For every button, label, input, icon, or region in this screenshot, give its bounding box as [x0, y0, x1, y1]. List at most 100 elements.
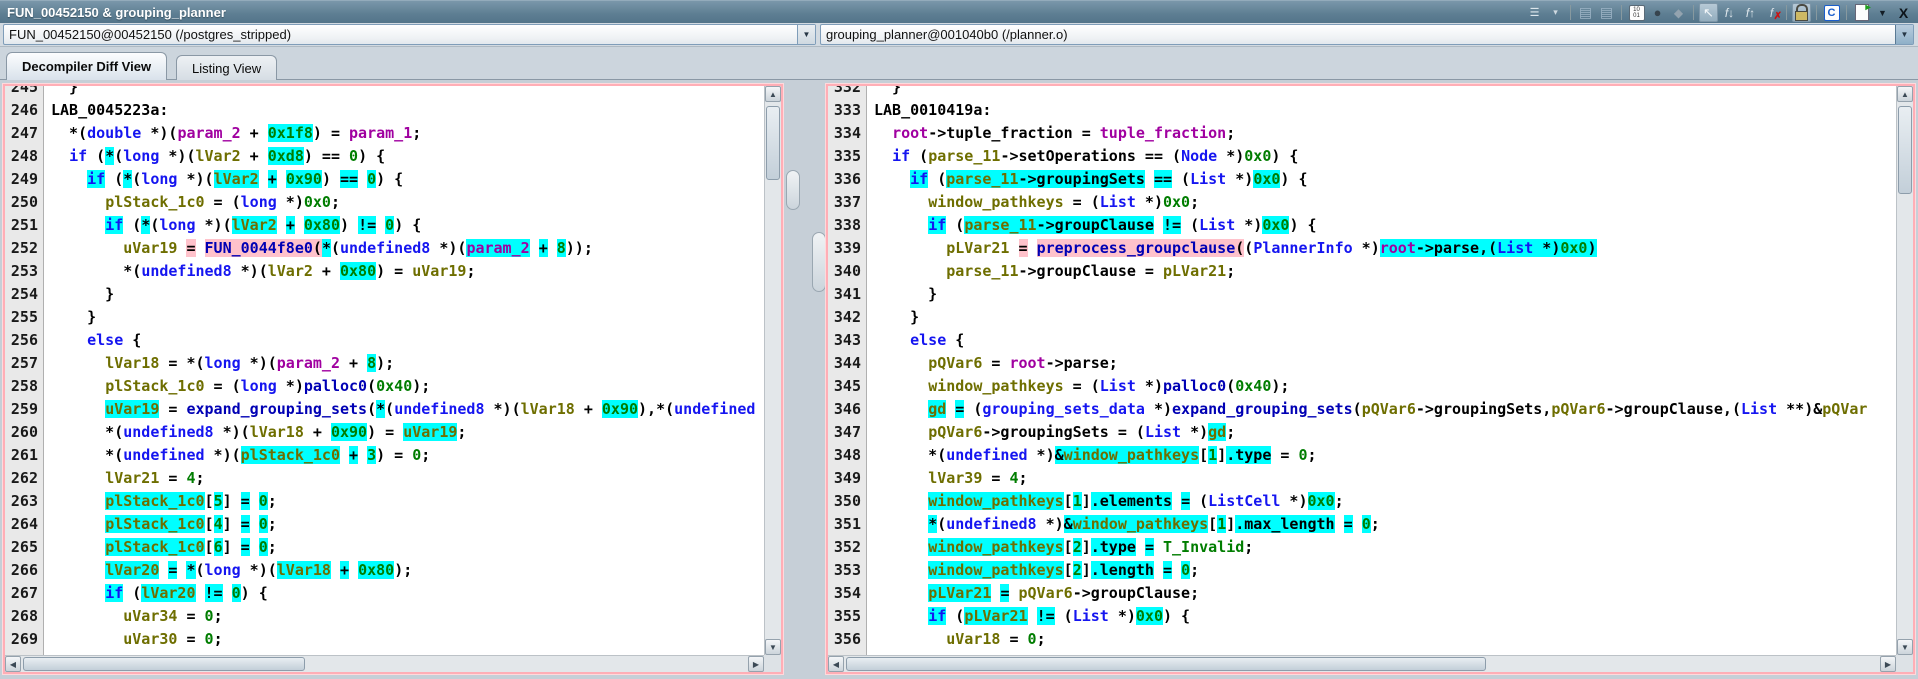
code-line[interactable]: 343 else { [828, 329, 1896, 352]
code-line[interactable]: 341 } [828, 283, 1896, 306]
line-number: 261 [5, 444, 44, 467]
left-vertical-scrollbar[interactable]: ▲ ▼ [764, 86, 781, 655]
tab-decompiler-diff-view[interactable]: Decompiler Diff View [6, 52, 167, 80]
code-line[interactable]: 269 uVar30 = 0; [5, 628, 764, 651]
code-line[interactable]: 259 uVar19 = expand_grouping_sets(*(unde… [5, 398, 764, 421]
left-code-area[interactable]: 245 }246LAB_0045223a:247 *(double *)(par… [5, 86, 764, 655]
cursor-arrow-icon[interactable]: ↖ [1699, 3, 1718, 22]
menu-list-icon[interactable]: ☰ [1525, 3, 1544, 22]
close-icon[interactable]: X [1894, 3, 1913, 22]
code-line[interactable]: 260 *(undefined8 *)(lVar18 + 0x90) = uVa… [5, 421, 764, 444]
diamond-icon[interactable]: ◆ [1669, 3, 1688, 22]
code-line[interactable]: 263 plStack_1c0[5] = 0; [5, 490, 764, 513]
code-line[interactable]: 346 gd = (grouping_sets_data *)expand_gr… [828, 398, 1896, 421]
code-line[interactable]: 268 uVar34 = 0; [5, 605, 764, 628]
code-line[interactable]: 352 window_pathkeys[2].type = T_Invalid; [828, 536, 1896, 559]
left-scroll-up-icon[interactable]: ▲ [765, 86, 781, 102]
code-line[interactable]: 356 uVar18 = 0; [828, 628, 1896, 651]
code-line[interactable]: 338 if (parse_11->groupClause != (List *… [828, 214, 1896, 237]
code-line[interactable]: 252 uVar19 = FUN_0044f8e0(*(undefined8 *… [5, 237, 764, 260]
right-horizontal-scrollbar[interactable]: ◀ ▶ [828, 655, 1896, 672]
memory-circle-icon[interactable]: ● [1648, 3, 1667, 22]
code-line[interactable]: 350 window_pathkeys[1].elements = (ListC… [828, 490, 1896, 513]
right-scroll-left-icon[interactable]: ◀ [828, 656, 844, 672]
right-scroll-up-icon[interactable]: ▲ [1897, 86, 1913, 102]
line-number: 351 [828, 513, 867, 536]
code-line[interactable]: 334 root->tuple_fraction = tuple_fractio… [828, 122, 1896, 145]
code-line[interactable]: 261 *(undefined *)(plStack_1c0 + 3) = 0; [5, 444, 764, 467]
right-selector-dropdown-icon[interactable]: ▼ [1895, 25, 1913, 44]
function-up-icon[interactable]: f↑ [1741, 3, 1760, 22]
code-line[interactable]: 342 } [828, 306, 1896, 329]
right-hscroll-thumb[interactable] [846, 657, 1486, 671]
apply-markup-up-icon[interactable]: ▤ [1597, 3, 1616, 22]
right-vscroll-thumb[interactable] [1898, 106, 1912, 194]
toolbar-dropdown-icon[interactable]: ▼ [1873, 3, 1892, 22]
code-text: lVar20 = *(long *)(lVar18 + 0x80); [44, 559, 412, 582]
code-line[interactable]: 335 if (parse_11->setOperations == (Node… [828, 145, 1896, 168]
code-line[interactable]: 339 pLVar21 = preprocess_groupclause((Pl… [828, 237, 1896, 260]
code-line[interactable]: 336 if (parse_11->groupingSets == (List … [828, 168, 1896, 191]
code-line[interactable]: 351 *(undefined8 *)&window_pathkeys[1].m… [828, 513, 1896, 536]
left-selector-dropdown-icon[interactable]: ▼ [797, 25, 815, 44]
tab-listing-view[interactable]: Listing View [176, 55, 277, 80]
code-text: else { [867, 329, 964, 352]
left-scroll-left-icon[interactable]: ◀ [5, 656, 21, 672]
code-line[interactable]: 249 if (*(long *)(lVar2 + 0x90) == 0) { [5, 168, 764, 191]
right-scroll-right-icon[interactable]: ▶ [1880, 656, 1896, 672]
lock-icon[interactable] [1792, 3, 1811, 22]
right-scroll-down-icon[interactable]: ▼ [1897, 639, 1913, 655]
code-line[interactable]: 258 plStack_1c0 = (long *)palloc0(0x40); [5, 375, 764, 398]
left-function-selector[interactable]: FUN_00452150@00452150 (/postgres_strippe… [3, 24, 816, 45]
code-line[interactable]: 264 plStack_1c0[4] = 0; [5, 513, 764, 536]
code-line[interactable]: 253 *(undefined8 *)(lVar2 + 0x80) = uVar… [5, 260, 764, 283]
code-line[interactable]: 245 } [5, 86, 764, 99]
right-function-selector[interactable]: grouping_planner@001040b0 (/planner.o) ▼ [820, 24, 1914, 45]
splitter-grip-lower[interactable] [812, 232, 826, 292]
c-source-icon[interactable]: C [1822, 3, 1841, 22]
code-line[interactable]: 333LAB_0010419a: [828, 99, 1896, 122]
code-text: lVar21 = 4; [44, 467, 205, 490]
right-vertical-scrollbar[interactable]: ▲ ▼ [1896, 86, 1913, 655]
left-hscroll-thumb[interactable] [23, 657, 305, 671]
left-vscroll-thumb[interactable] [766, 106, 780, 180]
code-line[interactable]: 355 if (pLVar21 != (List *)0x0) { [828, 605, 1896, 628]
code-line[interactable]: 340 parse_11->groupClause = pLVar21; [828, 260, 1896, 283]
code-line[interactable]: 247 *(double *)(param_2 + 0x1f8) = param… [5, 122, 764, 145]
toolbar-separator [1786, 5, 1787, 20]
code-line[interactable]: 345 window_pathkeys = (List *)palloc0(0x… [828, 375, 1896, 398]
code-line[interactable]: 251 if (*(long *)(lVar2 + 0x80) != 0) { [5, 214, 764, 237]
left-scroll-down-icon[interactable]: ▼ [765, 639, 781, 655]
binary-view-icon[interactable]: 1001 [1627, 3, 1646, 22]
function-remove-icon[interactable]: f✗ [1762, 3, 1781, 22]
code-line[interactable]: 266 lVar20 = *(long *)(lVar18 + 0x80); [5, 559, 764, 582]
code-line[interactable]: 256 else { [5, 329, 764, 352]
code-line[interactable]: 262 lVar21 = 4; [5, 467, 764, 490]
code-line[interactable]: 354 pLVar21 = pQVar6->groupClause; [828, 582, 1896, 605]
left-scroll-right-icon[interactable]: ▶ [748, 656, 764, 672]
code-line[interactable]: 246LAB_0045223a: [5, 99, 764, 122]
code-line[interactable]: 255 } [5, 306, 764, 329]
code-line[interactable]: 348 *(undefined *)&window_pathkeys[1].ty… [828, 444, 1896, 467]
code-line[interactable]: 267 if (lVar20 != 0) { [5, 582, 764, 605]
code-line[interactable]: 254 } [5, 283, 764, 306]
left-horizontal-scrollbar[interactable]: ◀ ▶ [5, 655, 764, 672]
code-line[interactable]: 332 } [828, 86, 1896, 99]
code-line[interactable]: 349 lVar39 = 4; [828, 467, 1896, 490]
code-line[interactable]: 344 pQVar6 = root->parse; [828, 352, 1896, 375]
code-line[interactable]: 248 if (*(long *)(lVar2 + 0xd8) == 0) { [5, 145, 764, 168]
code-line[interactable]: 250 plStack_1c0 = (long *)0x0; [5, 191, 764, 214]
code-line[interactable]: 257 lVar18 = *(long *)(param_2 + 8); [5, 352, 764, 375]
export-icon[interactable]: ▸ [1852, 3, 1871, 22]
code-line[interactable]: 337 window_pathkeys = (List *)0x0; [828, 191, 1896, 214]
function-down-icon[interactable]: f↓ [1720, 3, 1739, 22]
code-line[interactable]: 353 window_pathkeys[2].length = 0; [828, 559, 1896, 582]
code-line[interactable]: 347 pQVar6->groupingSets = (List *)gd; [828, 421, 1896, 444]
menu-list-arrow-icon[interactable]: ▾ [1546, 3, 1565, 22]
apply-markup-down-icon[interactable]: ▤ [1576, 3, 1595, 22]
left-scroll-corner [764, 655, 781, 672]
selector-row: FUN_00452150@00452150 (/postgres_strippe… [0, 23, 1918, 47]
right-code-area[interactable]: 332 }333LAB_0010419a:334 root->tuple_fra… [828, 86, 1896, 655]
code-line[interactable]: 265 plStack_1c0[6] = 0; [5, 536, 764, 559]
splitter-grip-upper[interactable] [786, 170, 800, 210]
